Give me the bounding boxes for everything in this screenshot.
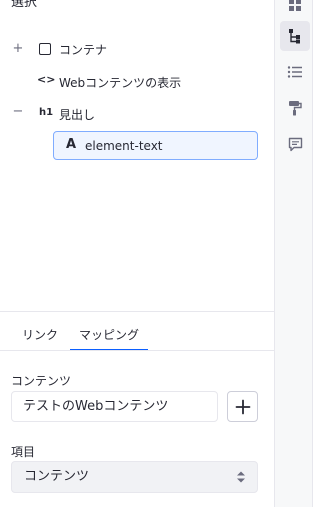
tree-item-label: 見出し [59,108,96,122]
browser-list-button[interactable] [280,57,310,87]
browser-list-icon [287,66,302,78]
page-editor-sidebar: 選択 + コンテナ <> Webコンテンツの表示 − h1 見出し A elem… [0,0,317,507]
comments-button[interactable] [280,129,310,159]
container-square-icon [39,43,51,55]
tab-link[interactable]: リンク [11,319,69,351]
tree-item-container[interactable]: + コンテナ [0,35,274,63]
tree-item-label: コンテナ [59,43,108,57]
tree-item-label: element-text [85,139,163,153]
collapse-icon[interactable]: − [11,104,25,119]
add-content-button[interactable] [227,391,258,422]
side-toolbar [274,0,312,507]
page-design-button[interactable] [280,93,310,123]
item-select[interactable]: コンテンツ [11,461,258,493]
selection-panel: 選択 + コンテナ <> Webコンテンツの表示 − h1 見出し A elem… [0,0,274,507]
tree-item-heading[interactable]: − h1 見出し [0,99,274,127]
tree-item-web-content[interactable]: <> Webコンテンツの表示 [0,67,274,95]
code-icon: <> [37,73,56,86]
content-field-label: コンテンツ [11,374,72,388]
text-icon: A [66,137,77,152]
expand-icon[interactable]: + [11,41,25,56]
caret-double-icon [237,471,245,483]
heading-icon: h1 [39,107,54,118]
divider [0,311,274,312]
tabs-divider [0,350,274,351]
item-field-label: 項目 [11,445,36,459]
paint-roller-icon [289,101,302,116]
comments-icon [288,137,302,151]
page-elements-icon [289,0,301,11]
panel-edge [312,0,317,507]
content-input[interactable]: テストのWebコンテンツ [11,391,218,422]
tab-mapping[interactable]: マッピング [70,319,148,351]
item-select-value: コンテンツ [24,469,90,484]
plus-icon [235,399,250,414]
tree-item-element-text[interactable]: A element-text [53,131,258,160]
page-elements-button[interactable] [280,0,310,20]
tree-item-label: Webコンテンツの表示 [59,76,182,90]
tab-bar: リンク マッピング [0,319,274,351]
page-structure-icon [289,29,300,44]
panel-title: 選択 [11,0,38,10]
page-structure-button[interactable] [280,21,310,51]
